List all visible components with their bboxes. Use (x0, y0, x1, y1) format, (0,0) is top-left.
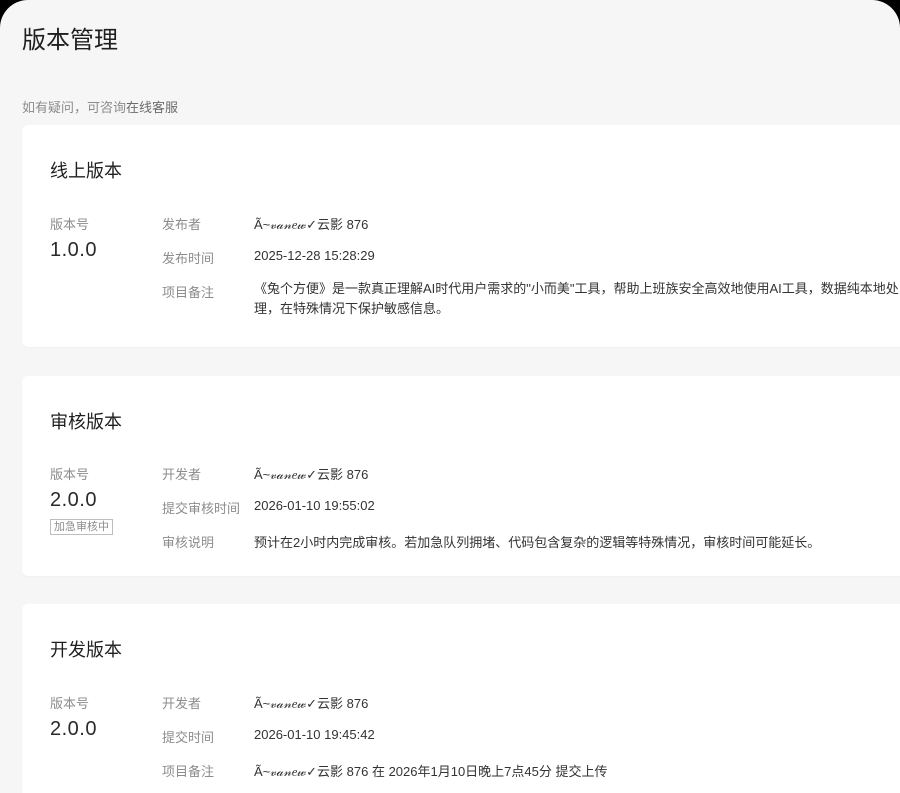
dev-developer: Ã~𝓋𝒶𝓃𝑒𝓌✓云影 876 (254, 696, 369, 711)
online-support-link[interactable]: 在线客服 (126, 100, 178, 115)
urgent-review-badge: 加急审核中 (50, 519, 113, 535)
online-time: 2025-12-28 15:28:29 (254, 248, 375, 263)
online-version-number: 1.0.0 (50, 239, 97, 261)
online-note: 《兔个方便》是一款真正理解AI时代用户需求的"小而美"工具，帮助上班族安全高效地… (254, 281, 899, 316)
dev-version-title: 开发版本 (50, 640, 122, 660)
review-note: 预计在2小时内完成审核。若加急队列拥堵、代码包含复杂的逻辑等特殊情况，审核时间可… (254, 535, 821, 550)
review-time-label: 提交审核时间 (162, 501, 241, 516)
online-version-title: 线上版本 (50, 161, 122, 181)
online-note-label: 项目备注 (162, 285, 215, 300)
review-version-number: 2.0.0 (50, 489, 97, 511)
dev-time-label: 提交时间 (162, 730, 215, 745)
online-publisher: Ã~𝓋𝒶𝓃𝑒𝓌✓云影 876 (254, 217, 369, 232)
dev-note: Ã~𝓋𝒶𝓃𝑒𝓌✓云影 876 在 2026年1月10日晚上7点45分 提交上传 (254, 764, 608, 779)
online-version-card: 线上版本 版本号 1.0.0 发布者 Ã~𝓋𝒶𝓃𝑒𝓌✓云影 876 发布时间 2… (22, 125, 900, 347)
review-version-title: 审核版本 (50, 412, 122, 432)
help-prefix: 如有疑问，可咨询 (22, 100, 127, 115)
dev-version-number: 2.0.0 (50, 718, 97, 740)
review-version-number-label: 版本号 (50, 467, 90, 482)
online-time-label: 发布时间 (162, 251, 215, 266)
dev-time: 2026-01-10 19:45:42 (254, 727, 375, 742)
dev-note-label: 项目备注 (162, 764, 215, 779)
review-note-label: 审核说明 (162, 535, 215, 550)
online-publisher-label: 发布者 (162, 217, 202, 232)
app-window: 版本管理 如有疑问，可咨询在线客服 线上版本 版本号 1.0.0 发布者 Ã~𝓋… (0, 0, 900, 793)
help-text: 如有疑问，可咨询在线客服 (22, 97, 178, 116)
dev-version-card: 开发版本 版本号 2.0.0 开发者 Ã~𝓋𝒶𝓃𝑒𝓌✓云影 876 提交时间 2… (22, 604, 900, 793)
online-version-number-label: 版本号 (50, 217, 90, 232)
review-developer-label: 开发者 (162, 467, 202, 482)
review-developer: Ã~𝓋𝒶𝓃𝑒𝓌✓云影 876 (254, 467, 369, 482)
review-version-card: 审核版本 版本号 2.0.0 加急审核中 开发者 Ã~𝓋𝒶𝓃𝑒𝓌✓云影 876 … (22, 376, 900, 576)
page-title: 版本管理 (22, 27, 118, 54)
dev-developer-label: 开发者 (162, 696, 202, 711)
review-time: 2026-01-10 19:55:02 (254, 498, 375, 513)
dev-version-number-label: 版本号 (50, 696, 90, 711)
